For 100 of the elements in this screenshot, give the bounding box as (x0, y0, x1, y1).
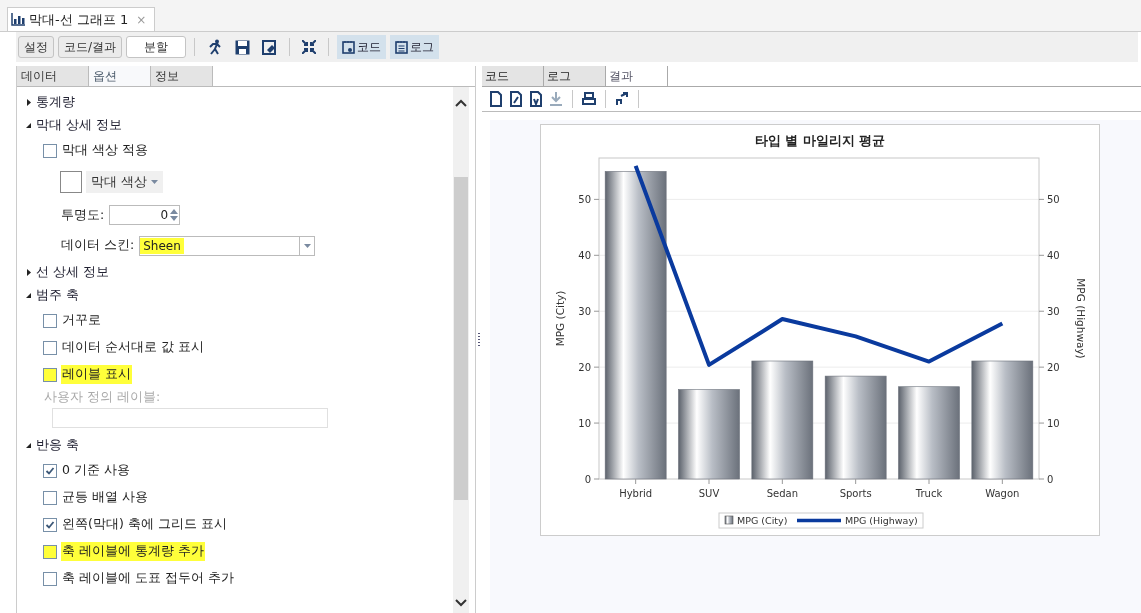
checkbox-label: 막대 색상 적용 (61, 141, 149, 159)
caret-icon (303, 243, 311, 248)
checkbox-label: 왼쪽(막대) 축에 그리드 표시 (61, 515, 228, 533)
color-dropdown[interactable]: 막대 색상 (86, 171, 163, 193)
y-axis-tick: 20 (578, 362, 600, 374)
panel-tab[interactable]: 정보 (151, 66, 213, 86)
chevron-down-icon[interactable] (455, 599, 467, 607)
document-title: 막대-선 그래프 1 (29, 10, 129, 29)
section-header[interactable]: 막대 상세 정보 (36, 117, 122, 134)
expand-arrow-icon[interactable] (614, 91, 630, 107)
view-button[interactable]: 코드/결과 (58, 36, 123, 58)
result-tab[interactable]: 코드 (482, 66, 544, 86)
x-tick-label: Truck (914, 488, 943, 499)
y2-axis-tick: 0 (1038, 474, 1054, 485)
checkbox-label: 거꾸로 (61, 311, 102, 329)
expand-triangle-icon[interactable] (25, 269, 32, 276)
y2-axis-tick: 20 (1038, 362, 1060, 374)
x-tick-label: SUV (698, 488, 720, 499)
code-sheet-icon (342, 40, 356, 54)
y-tick-label: 30 (578, 306, 591, 318)
collapse-triangle-icon[interactable] (25, 122, 32, 129)
scrollbar[interactable] (453, 87, 469, 613)
y-axis-tick: 30 (578, 306, 600, 318)
x-tick-label: Sports (839, 488, 872, 499)
y2-tick-label: 50 (1047, 194, 1060, 206)
checkbox[interactable] (43, 544, 57, 559)
spinner-field[interactable]: 0 (109, 205, 181, 225)
y-tick-label: 50 (578, 194, 591, 206)
y2-tick-label: 30 (1047, 306, 1060, 318)
section-header[interactable]: 범주 축 (36, 287, 79, 304)
collapse-triangle-icon[interactable] (25, 442, 32, 449)
printer-icon[interactable] (581, 91, 597, 107)
y2-tick-label: 0 (1047, 474, 1054, 485)
x-axis-tick: Truck (915, 478, 943, 499)
x-axis-tick: Sedan (766, 478, 798, 499)
shrink-arrows-icon (302, 40, 317, 54)
checkbox[interactable] (43, 340, 57, 355)
checkbox-label: 축 레이블에 통계량 추가 (61, 542, 205, 561)
y-axis-tick: 40 (578, 250, 600, 262)
y2-axis-label: MPG (Highway) (1075, 278, 1087, 359)
y-tick-label: 0 (584, 474, 591, 485)
x-tick-label: Wagon (985, 488, 1020, 499)
panel-tab[interactable]: 데이터 (17, 66, 89, 86)
checkbox[interactable] (43, 463, 57, 478)
word-document-icon[interactable] (528, 91, 544, 107)
document-tab[interactable]: 막대-선 그래프 1 × (7, 7, 156, 31)
y2-axis-tick: 10 (1038, 418, 1060, 430)
checkbox[interactable] (43, 517, 57, 532)
x-tick-label: Sedan (766, 488, 798, 499)
y-tick-label: 10 (578, 418, 591, 430)
checkbox-label: 0 기준 사용 (61, 461, 131, 479)
checkbox-label: 균등 배열 사용 (61, 488, 149, 506)
x-axis-tick: Wagon (985, 478, 1020, 499)
checkbox[interactable] (43, 313, 57, 328)
checkbox[interactable] (43, 490, 57, 505)
section-header[interactable]: 반응 축 (36, 437, 79, 454)
y-axis-tick: 50 (578, 194, 600, 206)
y-axis-tick: 0 (584, 474, 600, 485)
x-axis-tick: Sports (839, 478, 872, 499)
toggle-button[interactable]: 코드 (337, 35, 387, 59)
pdf-document-icon[interactable] (508, 91, 524, 107)
color-swatch[interactable] (60, 171, 82, 193)
checkbox[interactable] (43, 367, 57, 382)
chevron-up-icon[interactable] (455, 99, 467, 107)
y-tick-label: 20 (578, 362, 591, 374)
y-axis-label: MPG (City) (554, 290, 566, 347)
checkbox[interactable] (43, 143, 57, 158)
checkbox-label: 축 레이블에 도표 접두어 추가 (61, 569, 235, 587)
legend-item: MPG (City) (724, 515, 788, 526)
view-button[interactable]: 분할 (126, 36, 187, 58)
chart-title: 타입 별 마일리지 평균 (754, 133, 886, 148)
caret-icon (151, 180, 158, 184)
panel-tab[interactable]: 옵션 (89, 66, 151, 86)
html-document-icon[interactable] (488, 91, 504, 107)
field-label: 사용자 정의 레이블: (43, 387, 162, 406)
y2-tick-label: 20 (1047, 362, 1060, 374)
y2-axis-tick: 30 (1038, 306, 1060, 318)
checkbox[interactable] (43, 571, 57, 586)
y2-axis-tick: 40 (1038, 250, 1060, 262)
save-icon (235, 39, 251, 55)
document-pencil-icon (262, 39, 278, 55)
legend-label: MPG (Highway) (845, 515, 918, 526)
view-button[interactable]: 설정 (18, 36, 54, 58)
section-header[interactable]: 통계량 (36, 94, 75, 111)
checkbox-label: 레이블 표시 (61, 365, 132, 384)
y-axis-tick: 10 (578, 418, 600, 430)
collapse-triangle-icon[interactable] (25, 292, 32, 299)
y-tick-label: 40 (578, 250, 591, 262)
checkbox-label: 데이터 순서대로 값 표시 (61, 338, 205, 356)
y2-tick-label: 40 (1047, 250, 1060, 262)
x-tick-label: Hybrid (619, 488, 653, 499)
section-header[interactable]: 선 상세 정보 (36, 264, 109, 281)
spinner-arrows-icon[interactable] (170, 208, 179, 222)
bar-chart-icon (11, 13, 25, 26)
toggle-button[interactable]: 로그 (390, 35, 440, 59)
dropdown-field[interactable]: Sheen (139, 235, 316, 256)
result-tab[interactable]: 로그 (544, 66, 606, 86)
legend-item: MPG (Highway) (797, 515, 918, 526)
x-axis-tick: SUV (698, 478, 720, 499)
expand-triangle-icon[interactable] (25, 99, 32, 106)
